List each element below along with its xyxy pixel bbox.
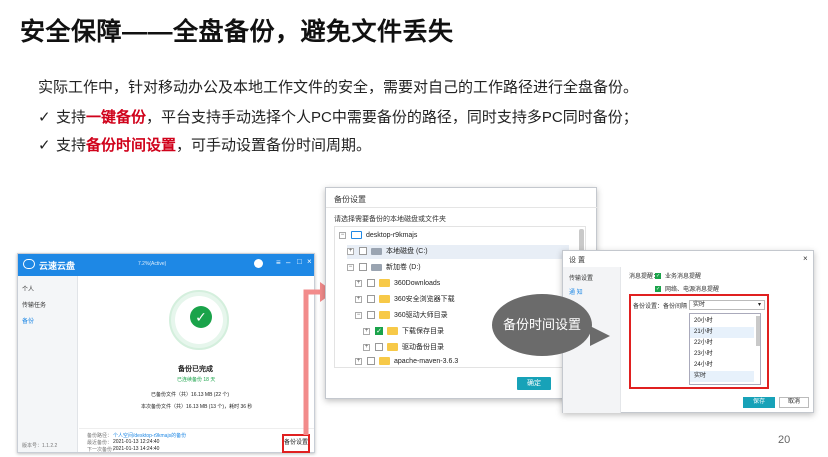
avatar[interactable]: [254, 259, 263, 268]
sidebar-item-notify[interactable]: 通 知: [569, 287, 583, 296]
status-title: 备份已完成: [178, 366, 213, 373]
last-backup-value: 2021-01-13 12:24:40: [113, 439, 160, 445]
backup-schedule-box: 备份设置：备份间隔 实时 ▾ 20小时 21小时 22小时 23小时 24小时 实…: [629, 294, 769, 389]
backed-up-summary: 已备份文件（共）16.13 MB (22 个): [151, 392, 230, 398]
interval-option[interactable]: 21小时: [690, 327, 754, 338]
cloud-logo-icon: [23, 259, 35, 269]
next-backup-value: 2021-01-13 14:24:40: [113, 446, 160, 452]
dialog-title: 设 置: [569, 257, 585, 264]
bullet-one-post: ，平台支持手动选择个人PC中需要备份的路径，同时支持多PC同时备份；: [146, 109, 638, 126]
last-backup-label: 最近备份：: [87, 440, 113, 446]
interval-select[interactable]: 实时 ▾: [689, 300, 765, 310]
drive-icon: [371, 247, 382, 255]
drive-icon: [371, 263, 382, 271]
app-window: 云速云盘 7.2%(Active) ≡ – □ × 个人 传输任务 备份 版本号…: [17, 253, 315, 453]
version-label: 版本号：1.1.2.2: [22, 443, 58, 449]
tree-node-drive-c[interactable]: + 本地磁盘 (C:): [347, 245, 569, 259]
computer-icon: [351, 231, 362, 240]
checkbox[interactable]: [367, 357, 375, 366]
bullet-one-pre: 支持: [56, 109, 87, 126]
bullet-two-post: ，可手动设置备份时间周期。: [176, 137, 372, 154]
save-button[interactable]: 保存: [743, 397, 775, 408]
page-number: 20: [778, 434, 791, 446]
close-icon[interactable]: ×: [803, 254, 808, 263]
bullet-two-pre: 支持: [56, 137, 87, 154]
dialog-title: 备份设置: [334, 195, 366, 204]
bullet-one-highlight: 一键备份: [86, 109, 147, 126]
ok-button[interactable]: 确定: [517, 377, 551, 390]
checkbox[interactable]: [367, 279, 375, 288]
bullet-one: ✓ 支持一键备份，平台支持手动选择个人PC中需要备份的路径，同时支持多PC同时备份…: [38, 106, 638, 127]
folder-icon: [379, 279, 390, 288]
divider: [79, 428, 314, 429]
schedule-label: 备份设置：备份间隔: [633, 304, 688, 310]
bullet-two-highlight: 备份时间设置: [86, 137, 177, 154]
backup-status-ring: ✓: [169, 290, 229, 350]
intro-text: 实际工作中，针对移动办公及本地工作文件的安全，需要对自己的工作路径进行全盘备份。: [38, 79, 639, 96]
tree-node-drive-d[interactable]: − 新加卷 (D:): [347, 261, 421, 275]
interval-option[interactable]: 22小时: [690, 338, 754, 349]
checkmark-icon: ✓: [190, 306, 212, 328]
status-subtitle: 已连续备份 18 天: [177, 377, 216, 383]
folder-icon: [379, 295, 390, 304]
backup-settings-dialog: 备份设置 请选择需要备份的本地磁盘或文件夹 − desktop-r9kmajs +…: [325, 187, 598, 399]
checkbox[interactable]: [359, 263, 367, 272]
tree-node-folder[interactable]: +360安全浏览器下载: [355, 293, 455, 307]
tree-node-folder[interactable]: −360驱动大师目录: [355, 309, 448, 323]
tree-node-folder[interactable]: + 驱动备份目录: [363, 341, 444, 355]
folder-icon: [379, 311, 390, 320]
cancel-button[interactable]: 取消: [779, 397, 809, 408]
sidebar-item-transfer[interactable]: 传输任务: [22, 300, 46, 309]
tree-node-folder-checked[interactable]: + ✓ 下载保存目录: [363, 325, 444, 339]
page-title: 安全保障——全盘备份，避免文件丢失: [20, 18, 454, 46]
minimize-icon[interactable]: –: [286, 258, 290, 267]
checkbox[interactable]: [359, 247, 367, 256]
notify-option-1[interactable]: ✓ 业务消息提醒: [655, 271, 701, 280]
app-sidebar: 个人 传输任务 备份 版本号：1.1.2.2: [18, 276, 78, 452]
check-icon: ✓: [38, 137, 51, 154]
tree-node-folder[interactable]: +360Downloads: [355, 277, 440, 291]
sidebar-item-personal[interactable]: 个人: [22, 284, 34, 293]
chevron-down-icon: ▾: [757, 302, 761, 308]
app-name: 云速云盘: [39, 261, 76, 271]
checkbox-checked[interactable]: ✓: [375, 327, 383, 336]
path-value[interactable]: 个人空间/desktop-r9kmajs的备份: [113, 432, 186, 439]
sidebar-item-backup[interactable]: 备份: [22, 316, 34, 325]
app-titlebar: 云速云盘 7.2%(Active) ≡ – □ ×: [18, 254, 314, 276]
sidebar-item-transfer[interactable]: 传输设置: [569, 273, 593, 282]
checkbox[interactable]: [375, 343, 383, 352]
folder-icon: [387, 343, 398, 352]
bullet-two: ✓ 支持备份时间设置，可手动设置备份时间周期。: [38, 134, 371, 155]
this-time-summary: 本次备份文件（共）16.13 MB (13 个)，耗时 36 秒: [141, 404, 253, 410]
checkbox[interactable]: [367, 311, 375, 320]
app-title-center: 7.2%(Active): [138, 261, 167, 267]
interval-options: 20小时 21小时 22小时 23小时 24小时 实时: [689, 313, 761, 385]
interval-option[interactable]: 24小时: [690, 360, 754, 371]
scrollbar[interactable]: [756, 316, 760, 346]
checkbox[interactable]: [367, 295, 375, 304]
callout-tail: [590, 326, 610, 346]
callout-bubble: 备份时间设置: [492, 294, 592, 356]
interval-option[interactable]: 20小时: [690, 316, 754, 327]
menu-icon[interactable]: ≡: [276, 258, 281, 267]
tree-node-pc[interactable]: − desktop-r9kmajs: [339, 229, 417, 243]
tree-node-folder[interactable]: + apache-maven-3.6.3: [355, 355, 458, 369]
close-icon[interactable]: ×: [307, 257, 312, 266]
interval-option[interactable]: 23小时: [690, 349, 754, 360]
path-label: 备份路径：: [87, 433, 113, 439]
interval-option[interactable]: 实时: [690, 371, 754, 382]
maximize-icon[interactable]: □: [297, 257, 302, 266]
check-icon: ✓: [38, 109, 51, 126]
app-main: ✓ 备份已完成 已连续备份 18 天 已备份文件（共）16.13 MB (22 …: [79, 276, 314, 452]
divider: [326, 207, 598, 208]
notify-option-2[interactable]: ✓ 网络、电源消息提醒: [655, 284, 719, 293]
folder-icon: [387, 327, 398, 336]
folder-icon: [379, 357, 390, 366]
dialog-hint: 请选择需要备份的本地磁盘或文件夹: [334, 216, 446, 223]
